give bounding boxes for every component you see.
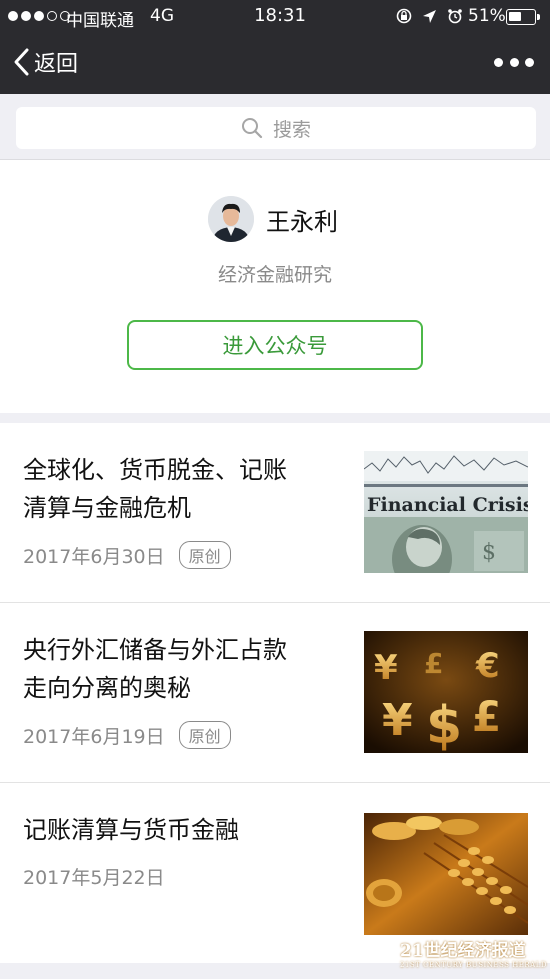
article-title: 记账清算与货币金融 (23, 816, 239, 844)
account-name: 王永利 (266, 207, 338, 236)
gold-coins-abacus-image (364, 813, 528, 935)
svg-text:$: $ (426, 696, 462, 753)
search-bar-area: 搜索 (0, 94, 550, 160)
account-description: 经济金融研究 (217, 264, 332, 286)
account-card: 王永利 经济金融研究 进入公众号 (0, 160, 550, 413)
rotation-lock-icon (396, 8, 412, 24)
financial-crisis-image: Financial Crisis $ (364, 451, 528, 573)
list-item[interactable]: 央行外汇储备与外汇占款 走向分离的奥秘 2017年6月19日 原创 ¥ € ¥ … (0, 603, 550, 783)
svg-text:€: € (475, 646, 500, 686)
status-time: 18:31 (254, 5, 306, 26)
back-label: 返回 (34, 52, 79, 77)
original-badge: 原创 (178, 721, 231, 749)
publisher-watermark: 21世纪经济报道 21ST CENTURY BUSINESS HERALD (400, 941, 547, 969)
more-options-button[interactable] (494, 52, 534, 72)
currency-symbols-image: ¥ € ¥ $ £ £ (364, 631, 528, 753)
article-list: 全球化、货币脱金、记账 清算与金融危机 2017年6月30日 原创 Financ… (0, 423, 550, 963)
section-divider (0, 413, 550, 423)
svg-text:£: £ (424, 647, 443, 680)
status-bar: 中国联通 4G 18:31 51% (0, 0, 550, 34)
list-item[interactable]: 全球化、货币脱金、记账 清算与金融危机 2017年6月30日 原创 Financ… (0, 423, 550, 603)
battery-percent: 51% (468, 6, 506, 26)
svg-text:Financial Crisis: Financial Crisis (367, 494, 528, 516)
location-arrow-icon (423, 9, 436, 23)
back-button[interactable]: 返回 (12, 44, 78, 80)
search-input[interactable]: 搜索 (16, 107, 536, 149)
chevron-left-icon (14, 48, 29, 76)
svg-text:£: £ (472, 692, 501, 741)
battery-icon (506, 9, 540, 25)
original-badge: 原创 (178, 541, 231, 569)
enter-official-account-button[interactable]: 进入公众号 (127, 320, 423, 370)
article-title: 全球化、货币脱金、记账 清算与金融危机 (23, 456, 287, 522)
network-type: 4G (150, 6, 174, 26)
search-placeholder: 搜索 (272, 118, 311, 141)
article-date: 2017年6月30日 (23, 545, 165, 568)
carrier-name: 中国联通 (66, 11, 134, 31)
alarm-clock-icon (448, 9, 462, 24)
search-icon (241, 118, 263, 139)
svg-text:$: $ (482, 540, 496, 565)
svg-text:¥: ¥ (382, 695, 413, 746)
article-date: 2017年5月22日 (23, 867, 165, 889)
svg-text:¥: ¥ (374, 648, 398, 688)
top-bar: 中国联通 4G 18:31 51% 返回 (0, 0, 550, 94)
avatar[interactable] (208, 196, 254, 242)
article-title: 央行外汇储备与外汇占款 走向分离的奥秘 (23, 636, 287, 702)
signal-strength-icon (8, 11, 70, 21)
article-date: 2017年6月19日 (23, 725, 165, 748)
